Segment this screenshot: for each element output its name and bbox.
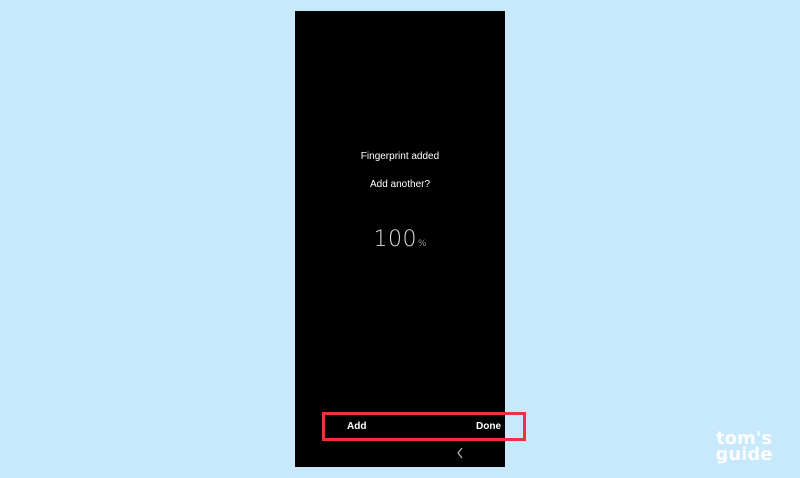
back-button[interactable] (455, 446, 465, 460)
progress-value: 100 (373, 227, 417, 252)
logo-line-2: guide (715, 444, 773, 465)
progress-readout: 100% (295, 227, 505, 252)
toms-guide-logo: tom's guide (703, 430, 785, 465)
add-button[interactable]: Add (347, 421, 366, 432)
chevron-left-icon (457, 447, 463, 459)
screen-title: Fingerprint added (360, 151, 440, 162)
screen-subtitle: Add another? (369, 179, 431, 190)
action-bar: Add Done (322, 412, 526, 441)
done-button[interactable]: Done (476, 421, 501, 432)
phone-screen: Fingerprint added Add another? 100% Add … (295, 11, 526, 467)
progress-unit: % (417, 239, 427, 249)
